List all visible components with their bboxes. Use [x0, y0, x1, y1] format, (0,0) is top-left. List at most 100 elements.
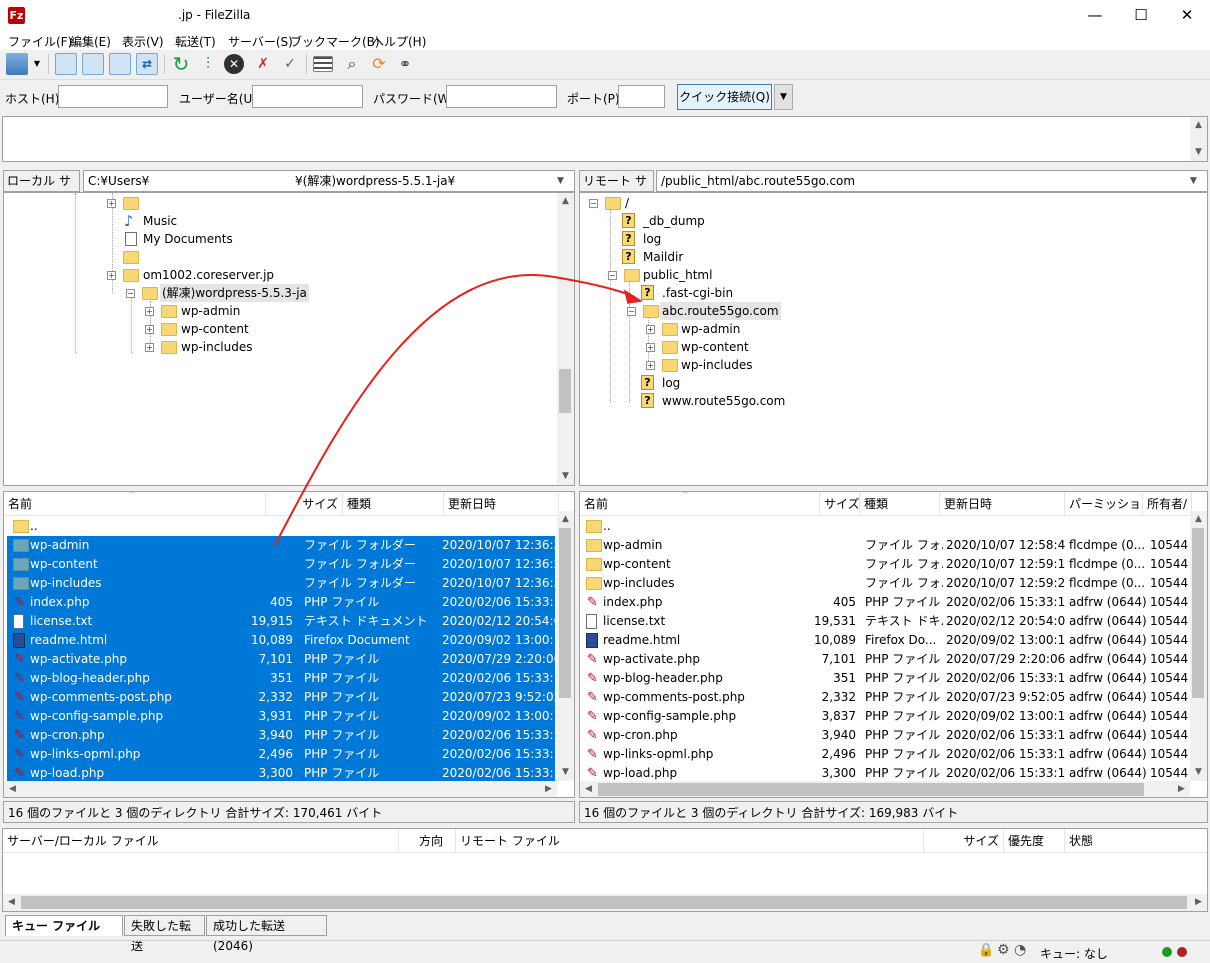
collapse-icon[interactable]: − [589, 199, 598, 208]
queue-hscrollbar[interactable]: ◀ ▶ [3, 894, 1207, 911]
compare-icon[interactable]: ⌕ [341, 53, 363, 75]
local-tree-icon[interactable] [82, 53, 104, 75]
scroll-up-icon[interactable]: ▲ [557, 511, 574, 528]
tree-node-maildir[interactable]: ? Maildir [622, 248, 822, 266]
minimize-button[interactable]: — [1072, 0, 1118, 32]
remote-file-list[interactable]: 名前 ^ サイズ 種類 更新日時 パーミッション 所有者/ .. wp-admin… [579, 491, 1208, 798]
file-row[interactable]: wp-admin ファイル フォルダー 2020/10/07 12:36:27 [7, 536, 555, 555]
column-owner[interactable]: 所有者/ [1143, 492, 1192, 516]
tree-node-my-documents[interactable]: My Documents [122, 230, 322, 248]
remote-tree-icon[interactable] [109, 53, 131, 75]
tree-node-wordpress[interactable]: − (解凍)wordpress-5.5.3-ja [123, 284, 423, 302]
expand-icon[interactable]: + [107, 199, 116, 208]
expand-icon[interactable]: + [145, 325, 154, 334]
file-row[interactable]: ✎ wp-links-opml.php 2,496 PHP ファイル 2020/02/0… [583, 745, 1190, 764]
scroll-up-icon[interactable]: ▲ [1190, 117, 1207, 134]
scroll-thumb[interactable] [1192, 528, 1204, 698]
scroll-right-icon[interactable]: ▶ [540, 781, 557, 797]
queue-toggle-icon[interactable]: ⇄ [136, 53, 158, 75]
scroll-right-icon[interactable]: ▶ [1173, 781, 1190, 797]
menu-transfer[interactable]: 転送(T) [175, 33, 216, 50]
expand-icon[interactable]: + [145, 307, 154, 316]
cancel-icon[interactable]: ✕ [224, 54, 244, 74]
scroll-down-icon[interactable]: ▼ [557, 764, 574, 781]
remote-list-scrollbar[interactable]: ▲ ▼ [1190, 511, 1207, 781]
queue-col-local-file[interactable]: サーバー/ローカル ファイル [3, 829, 399, 853]
filter-icon[interactable] [313, 56, 333, 72]
file-row[interactable]: ✎ wp-activate.php 7,101 PHP ファイル 2020/07/29 … [7, 650, 555, 669]
scroll-thumb[interactable] [559, 369, 571, 413]
collapse-icon[interactable]: − [608, 271, 617, 280]
file-row[interactable]: wp-includes ファイル フォ...2020/10/07 12:59:27… [583, 574, 1190, 593]
remote-list-hscrollbar[interactable]: ◀ ▶ [580, 781, 1190, 797]
local-list-scrollbar[interactable]: ▲ ▼ [557, 511, 574, 781]
tree-node[interactable] [122, 248, 322, 266]
collapse-icon[interactable]: − [126, 289, 135, 298]
chevron-down-icon[interactable]: ▼ [557, 171, 564, 191]
local-file-list[interactable]: 名前 ^ サイズ 種類 更新日時 .. wp-admin ファイル フォルダー 202… [3, 491, 575, 798]
file-row[interactable]: ✎ wp-cron.php 3,940 PHP ファイル 2020/02/06 15:3… [583, 726, 1190, 745]
file-row[interactable]: wp-content ファイル フォルダー 2020/10/07 12:36:28 [7, 555, 555, 574]
queue-col-direction[interactable]: 方向 [399, 829, 456, 853]
tree-node-music[interactable]: ♪ Music [122, 212, 322, 230]
column-modified[interactable]: 更新日時 [940, 492, 1065, 516]
file-row[interactable]: ✎ wp-blog-header.php 351 PHP ファイル 2020/02/06… [7, 669, 555, 688]
queue-col-remote-file[interactable]: リモート ファイル [456, 829, 924, 853]
disconnect-icon[interactable]: ✗ [252, 53, 274, 75]
file-row[interactable]: wp-content ファイル フォ...2020/10/07 12:59:10f… [583, 555, 1190, 574]
tree-node-wp-admin[interactable]: + wp-admin [643, 320, 843, 338]
tree-node-abc-route55go[interactable]: − abc.route55go.com [624, 302, 874, 320]
chevron-down-icon[interactable]: ▼ [1190, 171, 1197, 191]
file-row[interactable]: readme.html 10,089 Firefox Document 2020/09… [7, 631, 555, 650]
scroll-up-icon[interactable]: ▲ [1190, 511, 1207, 528]
column-size[interactable]: サイズ [266, 492, 343, 516]
menu-edit[interactable]: 編集(E) [70, 33, 111, 50]
column-name[interactable]: 名前 [4, 492, 266, 516]
tree-node-www-route55go[interactable]: ? www.route55go.com [641, 392, 841, 410]
close-button[interactable]: ✕ [1164, 0, 1210, 32]
message-log-icon[interactable] [55, 53, 77, 75]
search-icon[interactable]: ⚭ [394, 53, 416, 75]
refresh-icon[interactable]: ↻ [170, 53, 192, 75]
file-row[interactable]: wp-admin ファイル フォ...2020/10/07 12:58:42flc… [583, 536, 1190, 555]
scroll-left-icon[interactable]: ◀ [580, 781, 597, 797]
scroll-up-icon[interactable]: ▲ [557, 193, 574, 210]
local-directory-tree[interactable]: + ♪ Music My Documents + om1002.coreserv… [3, 192, 575, 486]
file-row[interactable]: ✎ wp-cron.php 3,940 PHP ファイル 2020/02/06 15:3… [7, 726, 555, 745]
tree-node-log[interactable]: ? log [641, 374, 841, 392]
tree-node-wp-content[interactable]: + wp-content [142, 320, 342, 338]
file-row[interactable]: ✎ wp-links-opml.php 2,496 PHP ファイル 2020/02/0… [7, 745, 555, 764]
file-row[interactable]: ✎ wp-comments-post.php 2,332 PHP ファイル 2020/0… [583, 688, 1190, 707]
menu-server[interactable]: サーバー(S) [228, 33, 293, 50]
file-row[interactable]: ✎ index.php 405 PHP ファイル 2020/02/06 15:33:11 [7, 593, 555, 612]
tree-node-root[interactable]: − / [586, 194, 786, 212]
file-row[interactable]: ✎ wp-blog-header.php 351 PHP ファイル 2020/02/06… [583, 669, 1190, 688]
file-row[interactable]: readme.html 10,089 Firefox Do... 2020/09/02… [583, 631, 1190, 650]
menu-file[interactable]: ファイル(F) [8, 33, 72, 50]
queue-col-priority[interactable]: 優先度 [1004, 829, 1065, 853]
hscroll-thumb[interactable] [598, 783, 1144, 796]
file-row[interactable]: license.txt 19,915 テキスト ドキュメント 2020/02/12 2… [7, 612, 555, 631]
hscroll-thumb[interactable] [21, 896, 1187, 909]
tab-successful-transfers[interactable]: 成功した転送 (2046) [206, 915, 327, 953]
tree-node-db-dump[interactable]: ? _db_dump [622, 212, 822, 230]
expand-icon[interactable]: + [646, 361, 655, 370]
remote-directory-tree[interactable]: − / ? _db_dump ? log ? Maildir − public_… [579, 192, 1208, 486]
dropdown-arrow-icon[interactable]: ▼ [31, 53, 43, 75]
host-input[interactable] [58, 85, 168, 108]
file-row[interactable]: wp-includes ファイル フォルダー 2020/10/07 12:36:59 [7, 574, 555, 593]
scroll-down-icon[interactable]: ▼ [1190, 144, 1207, 161]
tree-node-wp-includes[interactable]: + wp-includes [142, 338, 342, 356]
expand-icon[interactable]: + [107, 271, 116, 280]
menu-view[interactable]: 表示(V) [122, 33, 164, 50]
expand-icon[interactable]: + [646, 343, 655, 352]
remote-path-input[interactable]: /public_html/abc.route55go.com ▼ [656, 170, 1208, 192]
file-row[interactable]: license.txt 19,531 テキスト ドキ...2020/02/12 20… [583, 612, 1190, 631]
scroll-down-icon[interactable]: ▼ [1190, 764, 1207, 781]
file-row[interactable]: .. [7, 517, 555, 536]
log-scrollbar[interactable]: ▲ ▼ [1190, 117, 1207, 161]
scroll-left-icon[interactable]: ◀ [4, 781, 21, 797]
tree-node-fast-cgi-bin[interactable]: ? .fast-cgi-bin [641, 284, 841, 302]
tree-node-wp-admin[interactable]: + wp-admin [142, 302, 342, 320]
file-row[interactable]: ✎ wp-config-sample.php 3,837 PHP ファイル 2020/0… [583, 707, 1190, 726]
